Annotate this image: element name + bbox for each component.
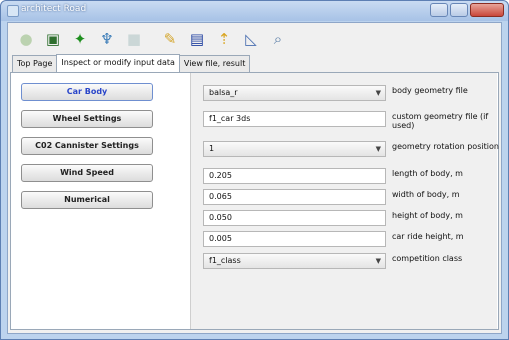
dropdown-arrow-icon: ▼ — [375, 145, 381, 153]
ride-height-input[interactable]: 0.005 — [203, 231, 386, 247]
width-input[interactable]: 0.065 — [203, 189, 386, 205]
body-geometry-value: balsa_r — [209, 88, 238, 97]
tab-view-result[interactable]: View file, result — [178, 55, 251, 72]
length-label: length of body, m — [392, 169, 463, 178]
height-input[interactable]: 0.050 — [203, 210, 386, 226]
maximize-button[interactable] — [450, 3, 468, 17]
width-value: 0.065 — [209, 192, 232, 201]
app-icon — [7, 5, 19, 17]
geometry-rotation-value: 1 — [209, 144, 215, 153]
car-body-button[interactable]: Car Body — [21, 83, 153, 101]
minimize-button[interactable] — [430, 3, 448, 17]
window-icon[interactable]: ▣ — [41, 27, 65, 51]
length-value: 0.205 — [209, 171, 232, 180]
client-area: ● ▣ ✦ ♆ ■ ✎ ▤ ⇡ ◺ ⌕ Top Page Inspect or … — [7, 22, 502, 334]
toolbar: ● ▣ ✦ ♆ ■ ✎ ▤ ⇡ ◺ ⌕ — [14, 27, 290, 55]
chart-icon[interactable]: ◺ — [239, 27, 263, 51]
custom-geometry-input[interactable]: f1_car 3ds — [203, 111, 386, 127]
app-window: architect Road ● ▣ ✦ ♆ ■ ✎ ▤ ⇡ ◺ ⌕ Top P… — [0, 0, 509, 340]
window-title: architect Road — [21, 4, 87, 14]
window-controls — [430, 3, 504, 17]
custom-geometry-label: custom geometry file (if used) — [392, 112, 489, 130]
section-nav: Car Body Wheel Settings C02 Cannister Se… — [15, 83, 161, 218]
close-button[interactable] — [470, 3, 504, 17]
dropdown-arrow-icon: ▼ — [375, 89, 381, 97]
body-geometry-select[interactable]: balsa_r ▼ — [203, 85, 386, 101]
tab-inspect-input[interactable]: Inspect or modify input data — [56, 54, 180, 72]
width-label: width of body, m — [392, 190, 460, 199]
blank-icon[interactable]: ■ — [122, 27, 146, 51]
wheel-settings-button[interactable]: Wheel Settings — [21, 110, 153, 128]
geometry-rotation-select[interactable]: 1 ▼ — [203, 141, 386, 157]
title-bar[interactable]: architect Road — [1, 1, 508, 21]
car-body-form: balsa_r ▼ body geometry file f1_car 3ds … — [190, 73, 499, 329]
tab-panel: Car Body Wheel Settings C02 Cannister Se… — [10, 72, 499, 330]
dropdown-arrow-icon: ▼ — [375, 257, 381, 265]
runner-icon[interactable]: ✦ — [68, 27, 92, 51]
tab-bar: Top Page Inspect or modify input data Vi… — [12, 54, 251, 73]
cannister-settings-button[interactable]: C02 Cannister Settings — [21, 137, 153, 155]
length-input[interactable]: 0.205 — [203, 168, 386, 184]
custom-geometry-value: f1_car 3ds — [209, 114, 251, 123]
wind-speed-button[interactable]: Wind Speed — [21, 164, 153, 182]
body-geometry-label: body geometry file — [392, 86, 468, 95]
export-icon[interactable]: ⇡ — [212, 27, 236, 51]
competition-class-select[interactable]: f1_class ▼ — [203, 253, 386, 269]
save-icon[interactable]: ▤ — [185, 27, 209, 51]
sphere-icon[interactable]: ● — [14, 27, 38, 51]
tree-icon[interactable]: ♆ — [95, 27, 119, 51]
ride-height-value: 0.005 — [209, 234, 232, 243]
toolbar-separator — [149, 27, 155, 55]
tab-top-page[interactable]: Top Page — [12, 55, 58, 72]
ride-height-label: car ride height, m — [392, 232, 464, 241]
edit-icon[interactable]: ✎ — [158, 27, 182, 51]
geometry-rotation-label: geometry rotation position — [392, 142, 499, 151]
zoom-icon[interactable]: ⌕ — [266, 27, 290, 51]
competition-class-label: competition class — [392, 254, 463, 263]
competition-class-value: f1_class — [209, 256, 241, 265]
height-value: 0.050 — [209, 213, 232, 222]
numerical-button[interactable]: Numerical — [21, 191, 153, 209]
height-label: height of body, m — [392, 211, 463, 220]
